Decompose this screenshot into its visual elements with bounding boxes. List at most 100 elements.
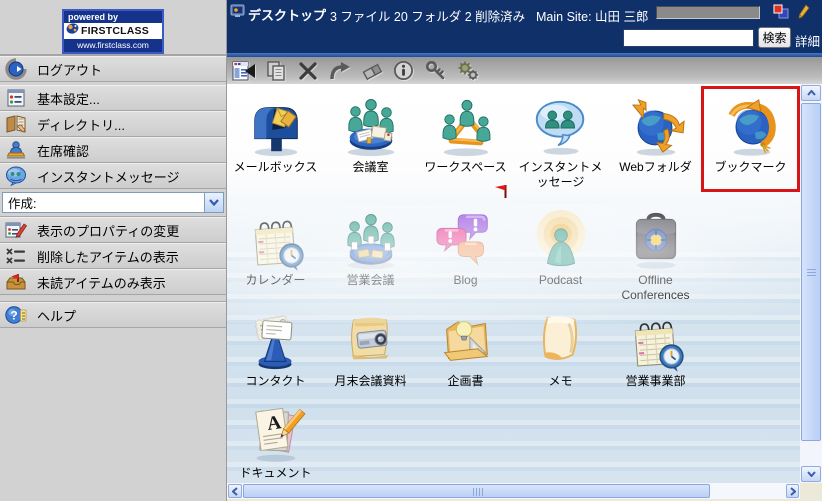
sidebar-item-logout[interactable]: ログアウト: [0, 56, 226, 82]
sidebar-item-label: ログアウト: [37, 60, 102, 79]
horizontal-scrollbar-thumb[interactable]: [243, 484, 710, 498]
sidebar-item-label: ディレクトリ...: [37, 115, 125, 134]
desktop-item-sales-division[interactable]: 営業事業部: [608, 302, 703, 389]
desktop-item-conference-room[interactable]: 会議室: [323, 88, 418, 190]
desktop-item-meeting-docs[interactable]: 月末会議資料: [323, 302, 418, 389]
scroll-up-button[interactable]: [801, 85, 821, 101]
desktop-row: コンタクト 月末会議資料 企画書 メモ: [228, 302, 703, 389]
firstclass-logo[interactable]: powered by FIRSTCLASS www.firstclass.com: [62, 9, 164, 54]
conference-room-icon: [323, 90, 418, 158]
desktop-item-calendar[interactable]: カレンダー: [228, 201, 323, 303]
desktop-item-label: 会議室: [323, 160, 418, 175]
sidebar-item-show-deleted[interactable]: 削除したアイテムの表示: [0, 243, 226, 269]
sidebar-item-label: 表示のプロパティの変更: [37, 221, 179, 240]
vertical-scrollbar[interactable]: [800, 84, 822, 483]
instant-message-bubble-icon: [513, 90, 608, 158]
advanced-search-link[interactable]: 詳細: [795, 31, 820, 50]
delete-x-icon[interactable]: [294, 58, 321, 83]
forward-arrow-icon[interactable]: [326, 58, 353, 83]
sidebar-item-label: 未読アイテムのみ表示: [37, 273, 166, 292]
scroll-left-button[interactable]: [228, 484, 242, 498]
eraser-icon[interactable]: [358, 58, 385, 83]
desktop-item-contacts[interactable]: コンタクト: [228, 302, 323, 389]
bookmark-globe-icon: [703, 90, 798, 158]
desktop-item-sales-meeting[interactable]: 営業会議: [323, 201, 418, 303]
sidebar-item-presence[interactable]: 在席確認: [0, 137, 226, 163]
desktop-item-bookmark[interactable]: ブックマーク: [703, 88, 798, 190]
help-icon: ?: [4, 304, 28, 326]
sidebar-item-help[interactable]: ? ヘルプ: [0, 302, 226, 328]
edit-pencil-icon[interactable]: [797, 4, 810, 24]
desktop-item-label: Blog: [418, 273, 513, 288]
sidebar-item-instant-message[interactable]: インスタントメッセージ: [0, 163, 226, 189]
sidebar-item-label: 基本設定...: [37, 89, 100, 108]
desktop-item-blog[interactable]: Blog: [418, 201, 513, 303]
desktop-item-podcast[interactable]: Podcast: [513, 201, 608, 303]
desktop-item-label: Webフォルダ: [608, 160, 703, 175]
create-dropdown-value: 作成:: [8, 193, 36, 212]
desktop-item-web-folder[interactable]: Webフォルダ: [608, 88, 703, 190]
status-gauge: [656, 6, 760, 19]
toolbar: [227, 57, 822, 84]
menu-group-gap: [0, 295, 226, 302]
desktop-item-memo[interactable]: メモ: [513, 302, 608, 389]
desktop-area: メールボックス 会議室 ワークスペース インスタントメッセージ: [227, 84, 800, 483]
main-site-user: Main Site: 山田 三郎: [536, 6, 649, 25]
search-button[interactable]: 検索: [758, 27, 791, 48]
desktop-item-label: カレンダー: [228, 273, 323, 288]
desktop-item-label: 営業事業部: [608, 374, 703, 389]
desktop-item-workspace[interactable]: ワークスペース: [418, 88, 513, 190]
horizontal-scrollbar[interactable]: [227, 483, 800, 499]
search-input[interactable]: [623, 29, 754, 47]
sidebar-menu: ログアウト 基本設定... ディレクトリ... 在席確認: [0, 56, 226, 328]
contacts-rolodex-icon: [228, 304, 323, 372]
permissions-key-icon[interactable]: [422, 58, 449, 83]
desktop-item-label: Offline Conferences: [608, 273, 703, 303]
logout-icon: [4, 58, 28, 80]
copy-icon[interactable]: [262, 58, 289, 83]
firstclass-client-window: powered by FIRSTCLASS www.firstclass.com…: [0, 0, 822, 501]
page-title: デスクトップ: [248, 5, 326, 24]
chevron-down-icon[interactable]: [204, 193, 223, 212]
info-icon[interactable]: [390, 58, 417, 83]
desktop-item-proposal[interactable]: 企画書: [418, 302, 513, 389]
desktop-item-mailbox[interactable]: メールボックス: [228, 88, 323, 190]
create-row: 作成:: [0, 189, 226, 217]
desktop-item-instant-message[interactable]: インスタントメッセージ: [513, 88, 608, 190]
desktop-item-label: Podcast: [513, 273, 608, 288]
offline-conferences-briefcase-icon: [608, 203, 703, 271]
desktop-item-offline-conferences[interactable]: Offline Conferences: [608, 201, 703, 303]
layout-squares-icon[interactable]: [773, 4, 789, 24]
presence-icon: [4, 139, 28, 161]
desktop-item-label: ドキュメント: [228, 466, 323, 481]
sidebar-top: powered by FIRSTCLASS www.firstclass.com: [0, 0, 226, 56]
desktop-row: メールボックス 会議室 ワークスペース インスタントメッセージ: [228, 88, 798, 190]
sidebar-item-label: ヘルプ: [37, 306, 76, 325]
scroll-right-button[interactable]: [786, 484, 799, 498]
desktop-item-documents[interactable]: A ドキュメント: [228, 394, 323, 481]
sidebar-item-show-unread[interactable]: 未読アイテムのみ表示: [0, 269, 226, 295]
brand-url: www.firstclass.com: [64, 39, 162, 52]
preferences-icon: [4, 87, 28, 109]
settings-gears-icon[interactable]: [454, 58, 481, 83]
workspace-icon: [418, 90, 513, 158]
item-count-stats: 3 ファイル 20 フォルダ 2 削除済み: [330, 6, 525, 25]
podcast-icon: [513, 203, 608, 271]
scroll-down-button[interactable]: [801, 466, 821, 482]
vertical-scrollbar-thumb[interactable]: [801, 103, 821, 441]
desktop-item-label: メールボックス: [228, 160, 323, 175]
create-dropdown[interactable]: 作成:: [2, 192, 224, 213]
sidebar-item-directory[interactable]: ディレクトリ...: [0, 111, 226, 137]
desktop-item-label: インスタントメッセージ: [513, 160, 608, 190]
view-pane-icon[interactable]: [230, 58, 257, 83]
sidebar-item-settings[interactable]: 基本設定...: [0, 85, 226, 111]
instant-message-icon: [4, 165, 28, 187]
idea-folder-icon: [418, 304, 513, 372]
desktop-mini-icon: [230, 4, 245, 23]
desktop-row: A ドキュメント: [228, 394, 323, 481]
svg-text:?: ?: [10, 309, 17, 323]
desktop-item-label: 月末会議資料: [323, 374, 418, 389]
sidebar-item-view-properties[interactable]: 表示のプロパティの変更: [0, 217, 226, 243]
brand-name: FIRSTCLASS: [81, 25, 149, 37]
sales-meeting-icon: [323, 203, 418, 271]
